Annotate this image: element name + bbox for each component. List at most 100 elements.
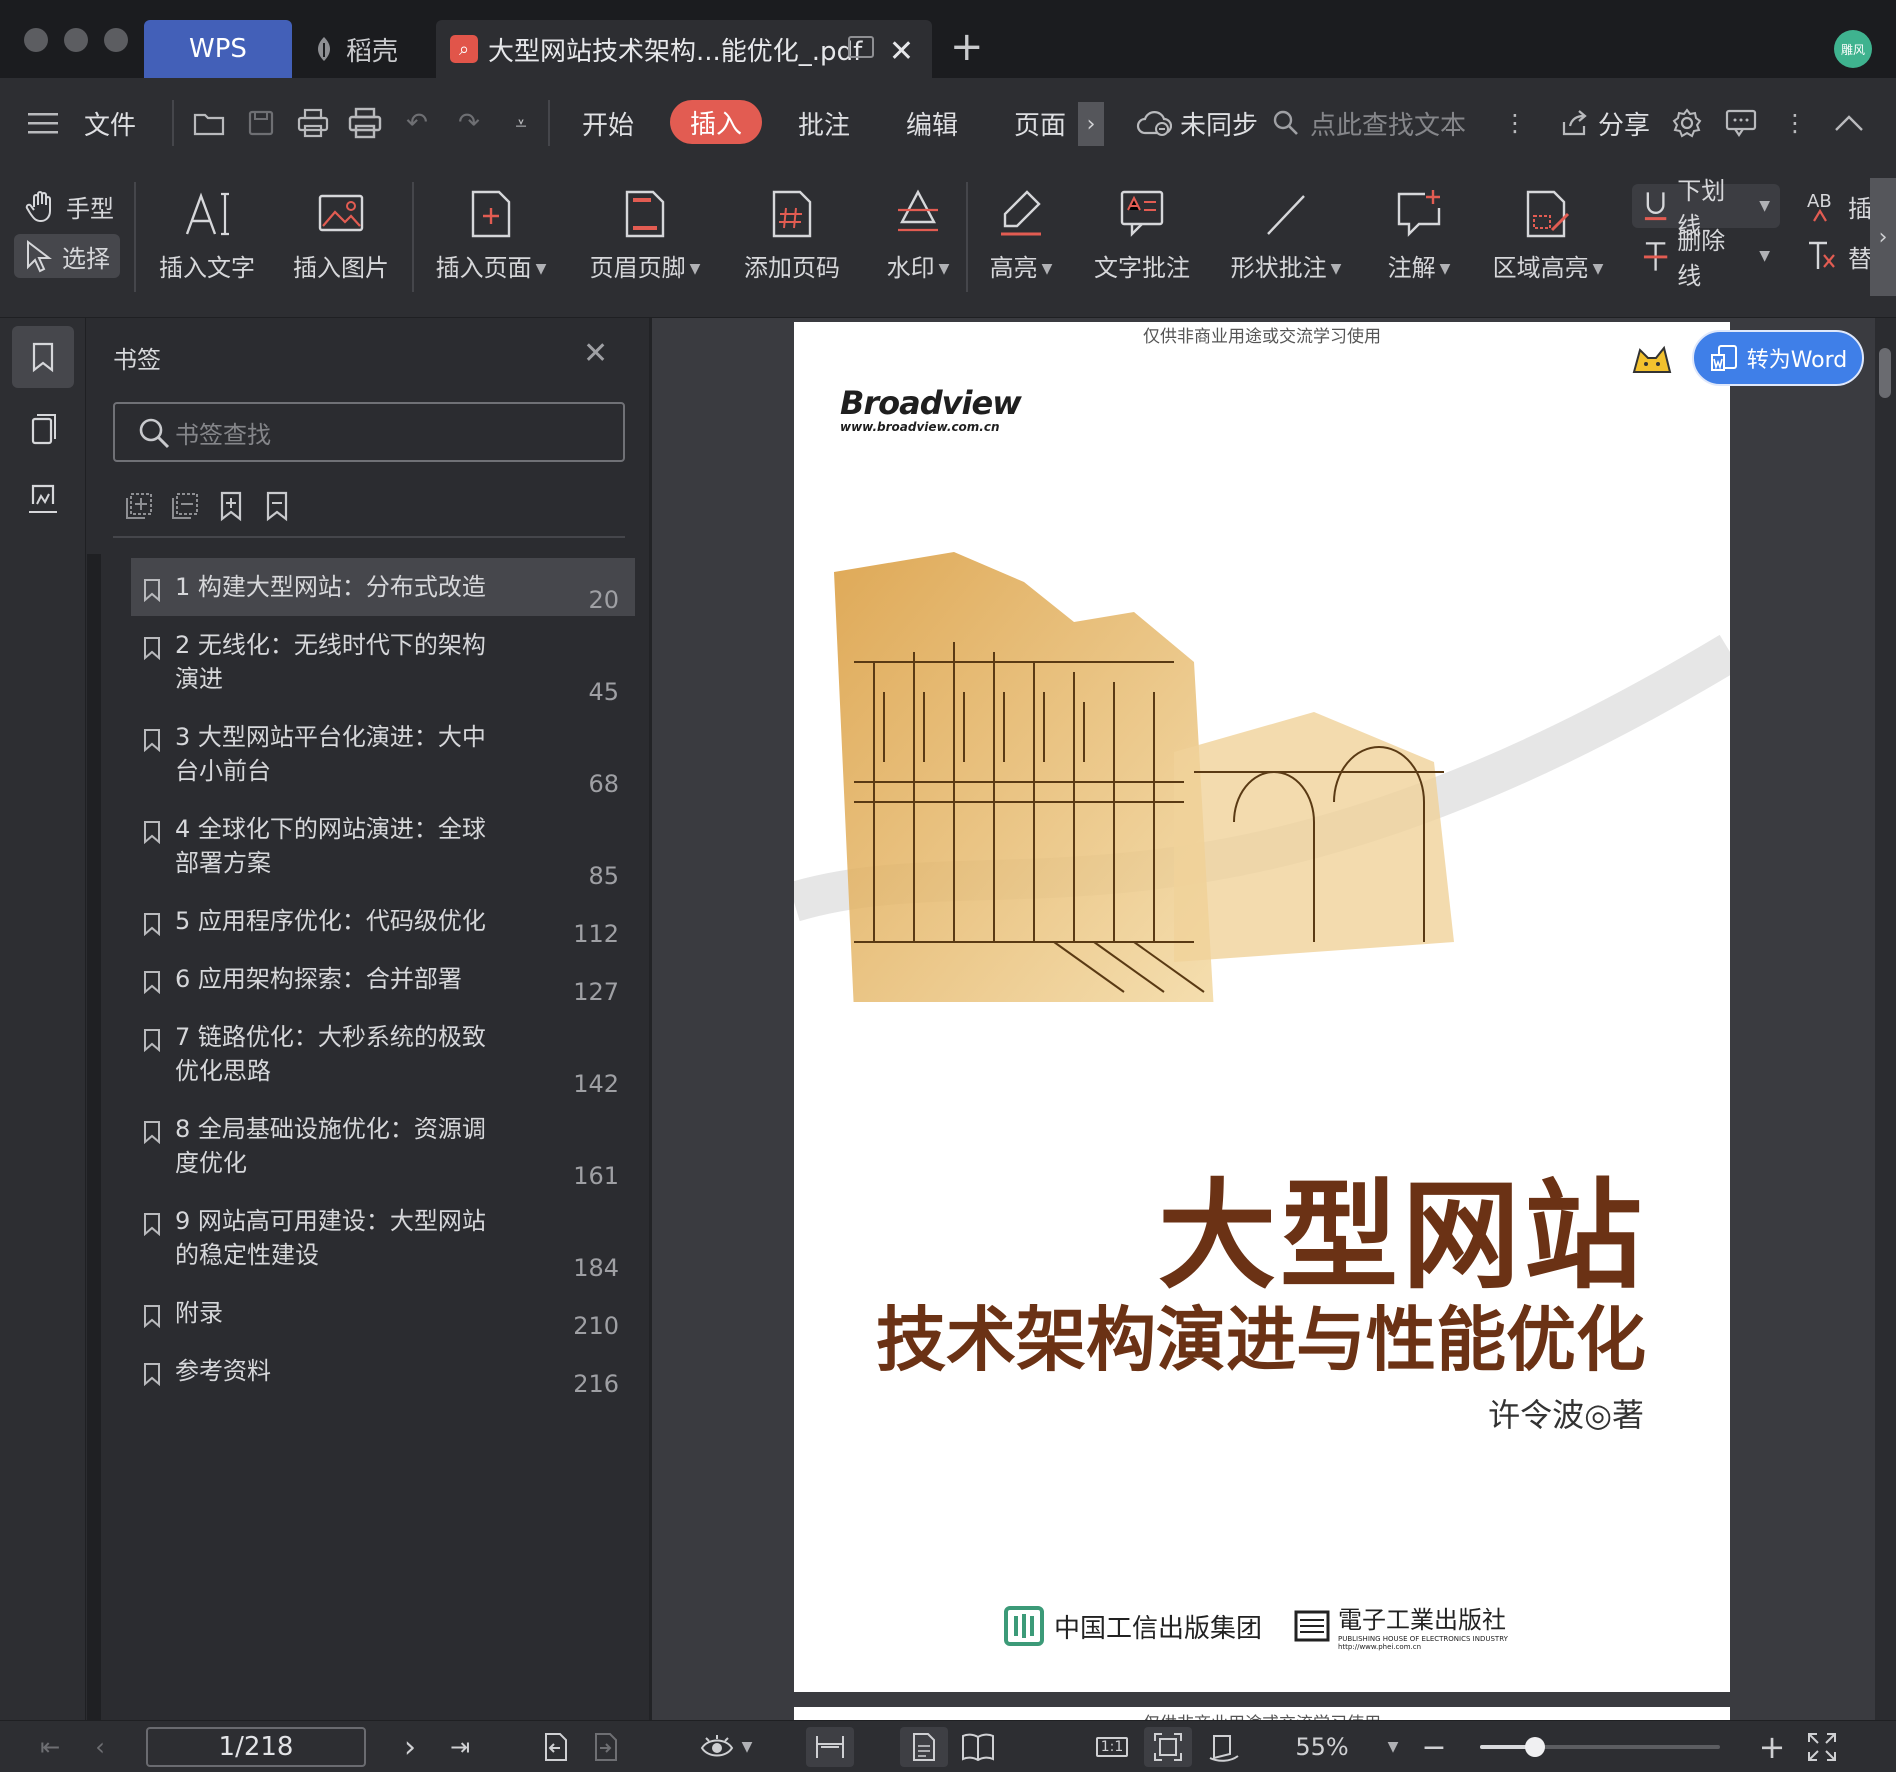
new-tab-button[interactable]: + [950, 24, 984, 70]
mascot-icon[interactable] [1630, 342, 1674, 378]
print-preview-icon[interactable] [348, 106, 382, 140]
quick-access-dropdown-icon[interactable]: ⩡ [504, 106, 538, 140]
insert-page-button[interactable]: 插入页面 ▼ [430, 186, 552, 296]
page-number-icon [736, 186, 848, 242]
ribbon-scroll-right-chevron-icon[interactable]: › [1870, 178, 1896, 296]
hamburger-menu-icon[interactable] [26, 106, 60, 140]
bookmark-item[interactable]: 3 大型网站平台化演进：大中台小前台 68 [131, 708, 635, 800]
monitor-icon[interactable] [848, 36, 874, 58]
text-annotation-button[interactable]: 文字批注 [1088, 186, 1196, 296]
header-footer-button[interactable]: 页眉页脚 ▼ [584, 186, 706, 296]
add-page-number-button[interactable]: 添加页码 [736, 186, 848, 296]
next-page-icon[interactable]: › [390, 1727, 430, 1767]
sync-status[interactable]: 未同步 [1136, 78, 1258, 168]
more-options-icon[interactable]: ⋮ [1778, 106, 1812, 140]
zoom-dropdown-caret-icon[interactable]: ▼ [1376, 1727, 1406, 1767]
fullscreen-icon[interactable] [1802, 1727, 1842, 1767]
zoom-in-icon[interactable]: + [1752, 1727, 1792, 1767]
close-tab-icon[interactable]: ✕ [889, 34, 914, 69]
collapse-ribbon-chevron-icon[interactable] [1832, 106, 1866, 140]
thumbnail-panel-icon[interactable] [12, 398, 74, 460]
menu-insert[interactable]: 插入 [670, 100, 762, 144]
bookmark-item[interactable]: 8 全局基础设施优化：资源调度优化 161 [131, 1100, 635, 1192]
convert-to-word-button[interactable]: 转为Word [1692, 330, 1864, 386]
window-close-light[interactable] [24, 28, 48, 52]
bookmark-item[interactable]: 5 应用程序优化：代码级优化 112 [131, 892, 635, 950]
zoom-out-icon[interactable]: − [1414, 1727, 1454, 1767]
undo-icon[interactable]: ↶ [400, 106, 434, 140]
expand-all-icon[interactable] [123, 490, 155, 522]
menu-file[interactable]: 文件 [84, 78, 136, 168]
hand-tool-button[interactable]: 手型 [14, 184, 124, 228]
comment-icon[interactable] [1724, 106, 1758, 140]
pdf-page[interactable]: 仅供非商业用途或交流学习使用 Broadview www.broadview.c… [794, 322, 1730, 1692]
signature-panel-icon[interactable] [12, 468, 74, 530]
print-icon[interactable] [296, 106, 330, 140]
menu-start[interactable]: 开始 [582, 78, 634, 168]
strikethrough-label: 删除线 [1677, 227, 1726, 290]
area-highlight-button[interactable]: 区域高亮 ▼ [1486, 186, 1610, 296]
highlight-button[interactable]: 高亮 ▼ [980, 186, 1062, 296]
next-view-icon[interactable] [586, 1727, 626, 1767]
avatar[interactable]: 雕风 [1834, 30, 1872, 68]
fit-page-icon[interactable] [1144, 1727, 1192, 1767]
select-tool-button[interactable]: 选择 [14, 234, 120, 278]
bookmark-item[interactable]: 4 全球化下的网站演进：全球部署方案 85 [131, 800, 635, 892]
tab-wps[interactable]: WPS [144, 20, 292, 78]
window-minimize-light[interactable] [64, 28, 88, 52]
zoom-slider[interactable] [1480, 1737, 1720, 1757]
bookmark-panel: 书签 ✕ 书签查找 1 构建大型网站：分布式改造 20 2 无线化：无线时代下的… [87, 318, 647, 1720]
bookmark-search-input[interactable]: 书签查找 [113, 402, 625, 462]
strikethrough-button[interactable]: 删除线 ▼ [1632, 227, 1780, 290]
zoom-slider-thumb[interactable] [1525, 1737, 1546, 1757]
bookmark-item[interactable]: 7 链路优化：大秒系统的极致优化思路 142 [131, 1008, 635, 1100]
document-scrollbar-thumb[interactable] [1879, 348, 1891, 398]
open-folder-icon[interactable] [192, 106, 226, 140]
settings-gear-icon[interactable] [1670, 106, 1704, 140]
shape-annotation-button[interactable]: 形状批注 ▼ [1224, 186, 1348, 296]
menu-page[interactable]: 页面 [1014, 78, 1066, 168]
reading-mode-button[interactable]: ▼ [696, 1727, 756, 1767]
watermark-button[interactable]: 水印 ▼ [872, 186, 964, 296]
bookmark-item[interactable]: 9 网站高可用建设：大型网站的稳定性建设 184 [131, 1192, 635, 1284]
insert-image-button[interactable]: 插入图片 [286, 186, 396, 296]
zoom-level[interactable]: 55% [1282, 1727, 1362, 1767]
bookmark-panel-icon[interactable] [12, 326, 74, 388]
last-page-icon[interactable]: ⇥ [440, 1727, 480, 1767]
bookmark-item[interactable]: 2 无线化：无线时代下的架构演进 45 [131, 616, 635, 708]
bookmark-page: 85 [588, 862, 619, 890]
bookmark-item[interactable]: 1 构建大型网站：分布式改造 20 [131, 558, 635, 616]
double-page-icon[interactable] [956, 1727, 1000, 1767]
previous-view-icon[interactable] [536, 1727, 576, 1767]
fit-width-icon[interactable] [806, 1727, 854, 1767]
first-page-icon[interactable]: ⇤ [30, 1727, 70, 1767]
single-page-icon[interactable] [900, 1727, 948, 1767]
collapse-all-icon[interactable] [169, 490, 201, 522]
menu-more-chevron-icon[interactable]: › [1078, 102, 1104, 146]
add-bookmark-icon[interactable] [215, 490, 247, 522]
insert-text-button[interactable]: 插入文字 [152, 186, 262, 296]
redo-icon[interactable]: ↷ [452, 106, 486, 140]
actual-size-button[interactable]: 1:1 [1092, 1727, 1132, 1767]
save-icon[interactable] [244, 106, 278, 140]
document-scrollbar[interactable] [1875, 318, 1896, 1720]
tab-pdf-document[interactable]: ⌕ 大型网站技术架构...能优化_.pdf ✕ [436, 20, 932, 78]
tab-docer[interactable]: 稻壳 [300, 20, 430, 78]
more-vertical-icon[interactable]: ⋮ [1498, 106, 1532, 140]
text-search-input[interactable]: 点此查找文本 [1272, 78, 1466, 168]
menu-annotate[interactable]: 批注 [798, 78, 850, 168]
share-button[interactable]: 分享 [1560, 78, 1650, 168]
bookmark-item[interactable]: 6 应用架构探索：合并部署 127 [131, 950, 635, 1008]
page-number-input[interactable]: 1/218 [146, 1727, 366, 1767]
window-zoom-light[interactable] [104, 28, 128, 52]
note-button[interactable]: 注解 ▼ [1378, 186, 1460, 296]
close-panel-icon[interactable]: ✕ [583, 336, 608, 371]
menu-edit[interactable]: 编辑 [906, 78, 958, 168]
previous-page-icon[interactable]: ‹ [80, 1727, 120, 1767]
bookmark-item[interactable]: 附录 210 [131, 1284, 635, 1342]
dropdown-caret-icon: ▼ [1759, 198, 1770, 214]
rotate-page-icon[interactable] [1202, 1727, 1246, 1767]
bookmark-panel-scrollbar[interactable] [87, 554, 101, 1720]
remove-bookmark-icon[interactable] [261, 490, 293, 522]
bookmark-item[interactable]: 参考资料 216 [131, 1342, 635, 1400]
